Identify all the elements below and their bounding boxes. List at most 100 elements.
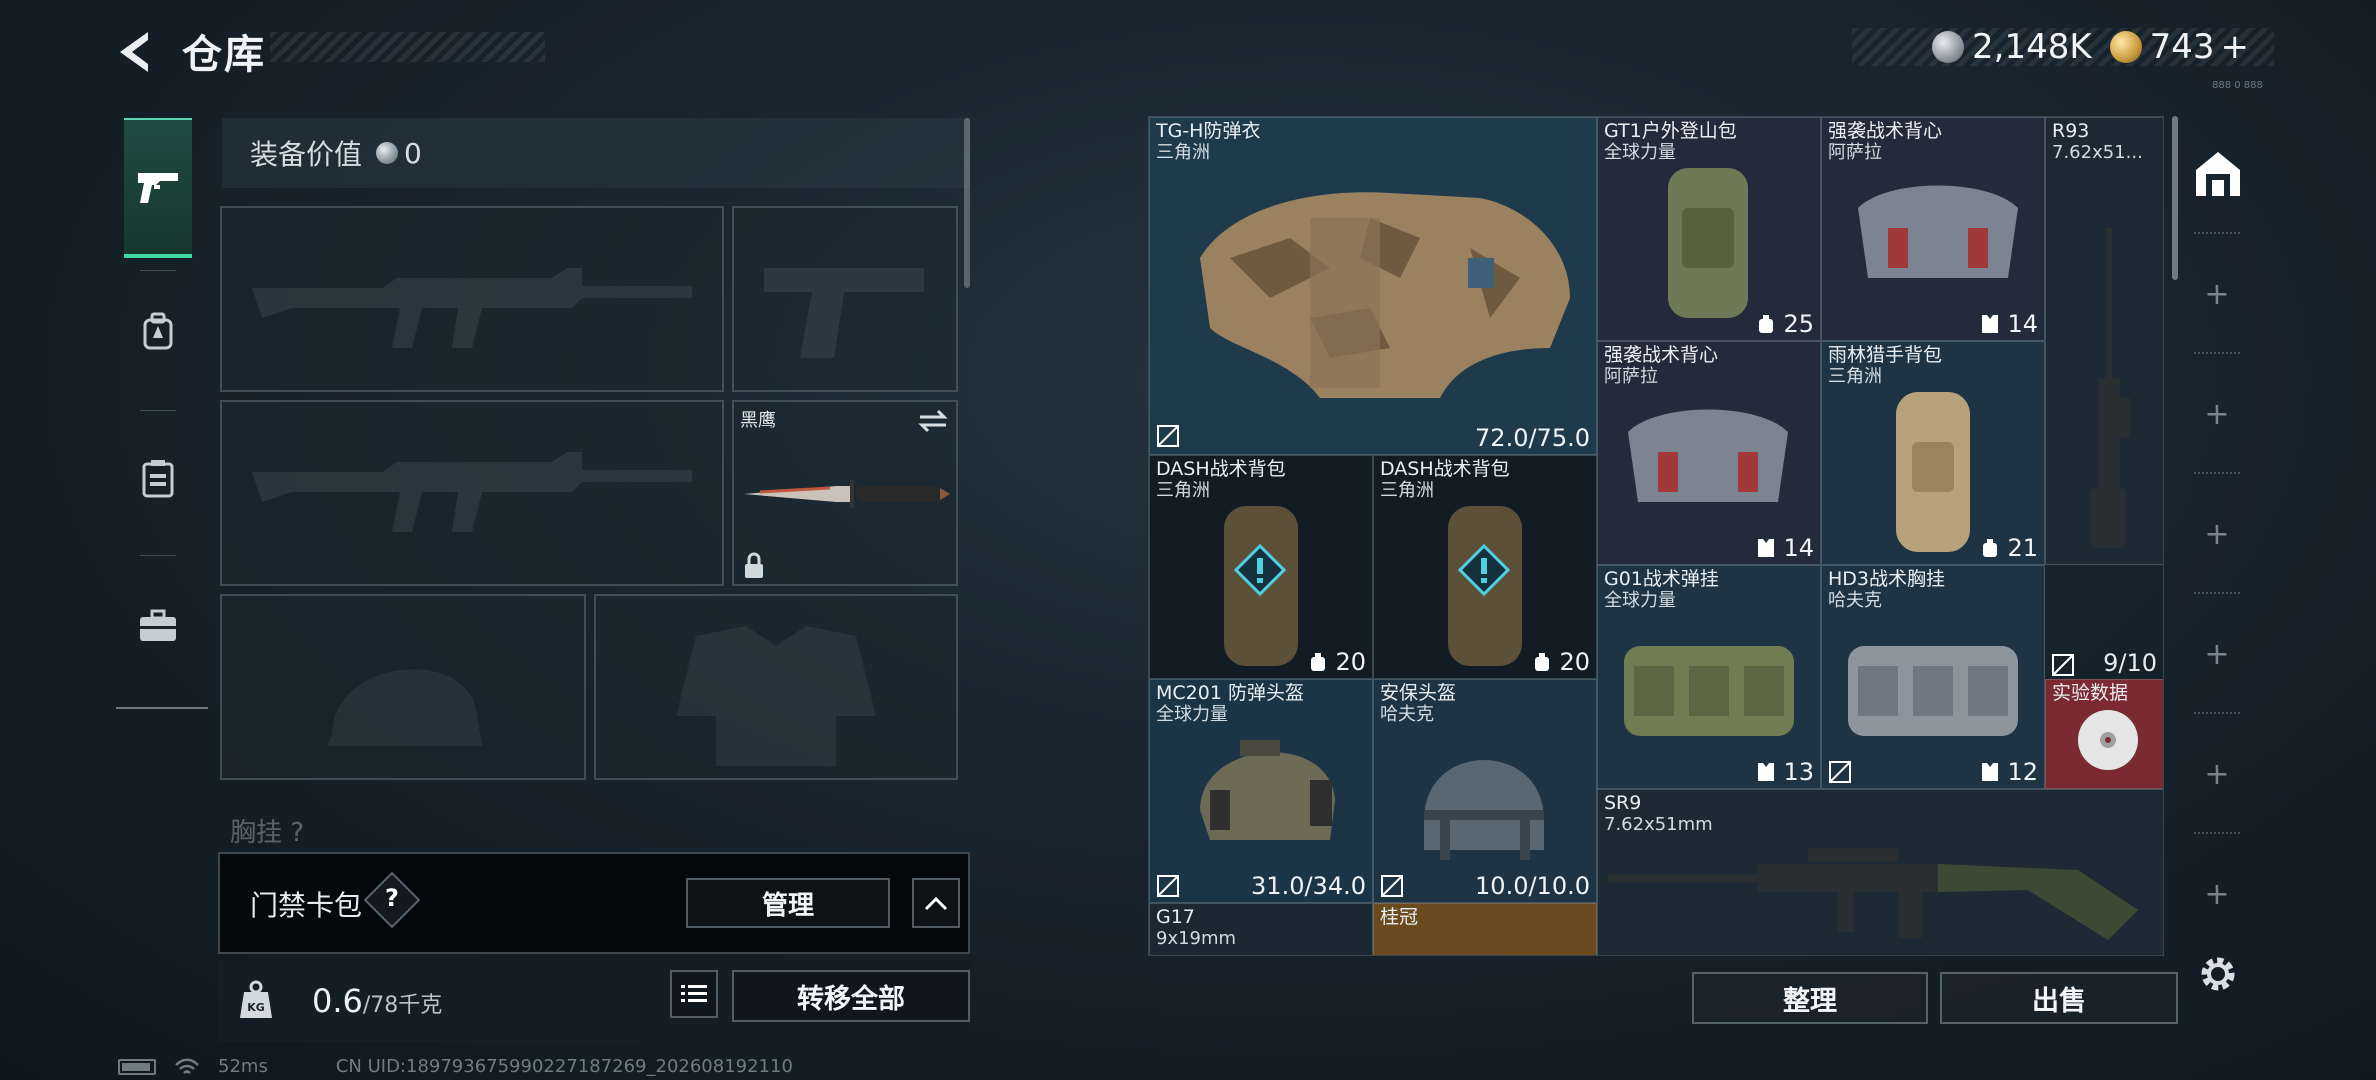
weight-kg-icon: KG: [240, 980, 272, 1018]
pistol-icon: [138, 173, 178, 203]
item-capacity-value: 12: [2007, 758, 2038, 786]
item-rifle-sr9[interactable]: SR9 7.62x51mm: [1597, 789, 2163, 955]
rifle-item-icon: [1608, 848, 2138, 940]
tab-weapons[interactable]: [124, 118, 192, 258]
collapse-button[interactable]: [912, 878, 960, 928]
sort-button[interactable]: 整理: [1692, 972, 1928, 1024]
secondary-weapon-slot[interactable]: [220, 400, 724, 586]
backpack-item-icon: [1896, 392, 1970, 552]
tab-backpacks[interactable]: [124, 262, 192, 402]
lock-icon: [745, 552, 763, 578]
backpack-icon: [143, 312, 173, 350]
pistol-slot[interactable]: [732, 206, 958, 392]
item-armor-tgh[interactable]: TG-H防弹衣 三角洲 72.0/75.0: [1149, 117, 1597, 455]
rifle-silhouette-icon: [252, 268, 692, 348]
armor-slot[interactable]: [594, 594, 958, 780]
primary-weapon-slot[interactable]: [220, 206, 724, 392]
item-helmet-mc201[interactable]: MC201 防弹头盔 全球力量 31.0/34.0: [1149, 679, 1373, 903]
item-faction: 全球力量: [1156, 704, 1228, 725]
r93-durability-row: 9/10: [2049, 649, 2161, 679]
no-insure-icon: [1381, 875, 1403, 897]
item-backpack-dash-1[interactable]: DASH战术背包 三角洲 20: [1149, 455, 1373, 679]
item-name: 安保头盔: [1380, 682, 1457, 704]
pistol-silhouette-icon: [764, 268, 924, 358]
helmet-slot[interactable]: [220, 594, 586, 780]
version-text: 888 0 888: [2212, 80, 2263, 91]
add-warehouse-tab-button[interactable]: +: [2204, 520, 2230, 550]
item-faction: 三角洲: [1156, 480, 1210, 501]
item-backpack-gt1[interactable]: GT1户外登山包 全球力量 25: [1597, 117, 1821, 341]
vest-capacity-icon: [1758, 763, 1775, 781]
vest-icon: [142, 460, 174, 498]
item-caliber: 7.62x51...: [2052, 142, 2143, 163]
backpack-capacity-icon: [1983, 539, 1998, 557]
vest-item-icon: [1628, 409, 1788, 502]
category-sidebar: [116, 110, 208, 715]
backpack-item-icon: [1448, 506, 1522, 666]
tab-vests[interactable]: [124, 408, 192, 548]
item-faction: 三角洲: [1380, 480, 1434, 501]
item-caliber: 7.62x51mm: [1604, 814, 1713, 835]
item-rig-g01[interactable]: G01战术弹挂 全球力量 13: [1597, 565, 1821, 789]
item-durability: 9/10: [2103, 649, 2157, 677]
melee-slot[interactable]: 黑鹰: [732, 400, 958, 586]
item-faction: 哈夫克: [1380, 704, 1434, 725]
add-warehouse-tab-button[interactable]: +: [2204, 280, 2230, 310]
warehouse-icon: [2196, 152, 2240, 196]
item-rifle-r93[interactable]: R93 7.62x51...: [2045, 117, 2163, 565]
melee-name: 黑鹰: [740, 410, 776, 431]
add-warehouse-tab-button[interactable]: +: [2204, 880, 2230, 910]
add-warehouse-tab-button[interactable]: +: [2204, 640, 2230, 670]
silver-coin-icon: [376, 142, 399, 164]
status-footer: 52ms CN UID:1897936759902271872​69_20260…: [118, 1056, 793, 1077]
item-capacity-value: 21: [2007, 534, 2038, 562]
vest-capacity-icon: [1982, 315, 1999, 333]
item-capacity: 14: [1755, 534, 1814, 562]
swap-icon[interactable]: [918, 408, 948, 434]
rig-item-icon: [1848, 646, 2018, 736]
item-helmet-security[interactable]: 安保头盔 哈夫克 10.0/10.0: [1373, 679, 1597, 903]
back-arrow-icon[interactable]: [112, 26, 164, 78]
nav-bottom-line: [116, 707, 208, 709]
item-capacity-value: 20: [1559, 648, 1590, 676]
equipment-value-label: 装备价值: [250, 138, 363, 171]
sell-button[interactable]: 出售: [1940, 972, 2178, 1024]
warehouse-tab-rail: + + + + + +: [2178, 116, 2256, 1036]
item-capacity-value: 14: [1783, 534, 1814, 562]
warehouse-grid-area: TG-H防弹衣 三角洲 72.0/75.0 GT1户外登山包 全球力量 25 强…: [1148, 116, 2164, 956]
item-backpack-rainforest[interactable]: 雨林猎手背包 三角洲 21: [1821, 341, 2045, 565]
item-pistol-g17[interactable]: G17 9x19mm: [1149, 903, 1373, 955]
helmet-item-icon: [1424, 760, 1544, 860]
equipment-scrollbar[interactable]: [964, 118, 970, 288]
item-faction: 全球力量: [1604, 590, 1676, 611]
gold-amount: 743: [2149, 27, 2215, 67]
item-faction: 阿萨拉: [1604, 366, 1658, 387]
item-name: GT1户外登山包: [1604, 120, 1737, 142]
settings-button[interactable]: [2196, 952, 2240, 996]
manage-button[interactable]: 管理: [686, 878, 890, 928]
vest-item-icon: [1858, 185, 2018, 278]
rail-divider: [2194, 832, 2240, 834]
warehouse-tab-main[interactable]: [2192, 148, 2244, 200]
item-caliber: 9x19mm: [1156, 928, 1237, 949]
item-vest-assault-2[interactable]: 强袭战术背心 阿萨拉 14: [1597, 341, 1821, 565]
item-vest-assault[interactable]: 强袭战术背心 阿萨拉 14: [1821, 117, 2045, 341]
keycard-pack-label: 门禁卡包: [250, 889, 363, 922]
list-view-button[interactable]: [670, 970, 718, 1018]
backpack-item-icon: [1668, 168, 1748, 318]
add-warehouse-tab-button[interactable]: +: [2204, 760, 2230, 790]
item-capacity-value: 20: [1335, 648, 1366, 676]
item-experiment-data[interactable]: 实验数据: [2045, 679, 2163, 789]
item-rig-hd3[interactable]: HD3战术胸挂 哈夫克 12: [1821, 565, 2045, 789]
item-backpack-dash-2[interactable]: DASH战术背包 三角洲 20: [1373, 455, 1597, 679]
rail-divider: [2194, 592, 2240, 594]
add-currency-button[interactable]: +: [2221, 27, 2250, 67]
page-title: 仓库: [182, 32, 266, 78]
item-faction: 哈夫克: [1828, 590, 1882, 611]
backpack-capacity-icon: [1311, 653, 1326, 671]
item-laurel[interactable]: 桂冠: [1373, 903, 1597, 955]
add-warehouse-tab-button[interactable]: +: [2204, 400, 2230, 430]
transfer-all-button[interactable]: 转移全部: [732, 970, 970, 1022]
equipment-panel: 装备价值 0 黑鹰 胸挂 ? 门禁卡包 ? 管理 KG 0.6/78千克 转移全…: [210, 112, 970, 1042]
tab-cases[interactable]: [124, 556, 192, 696]
